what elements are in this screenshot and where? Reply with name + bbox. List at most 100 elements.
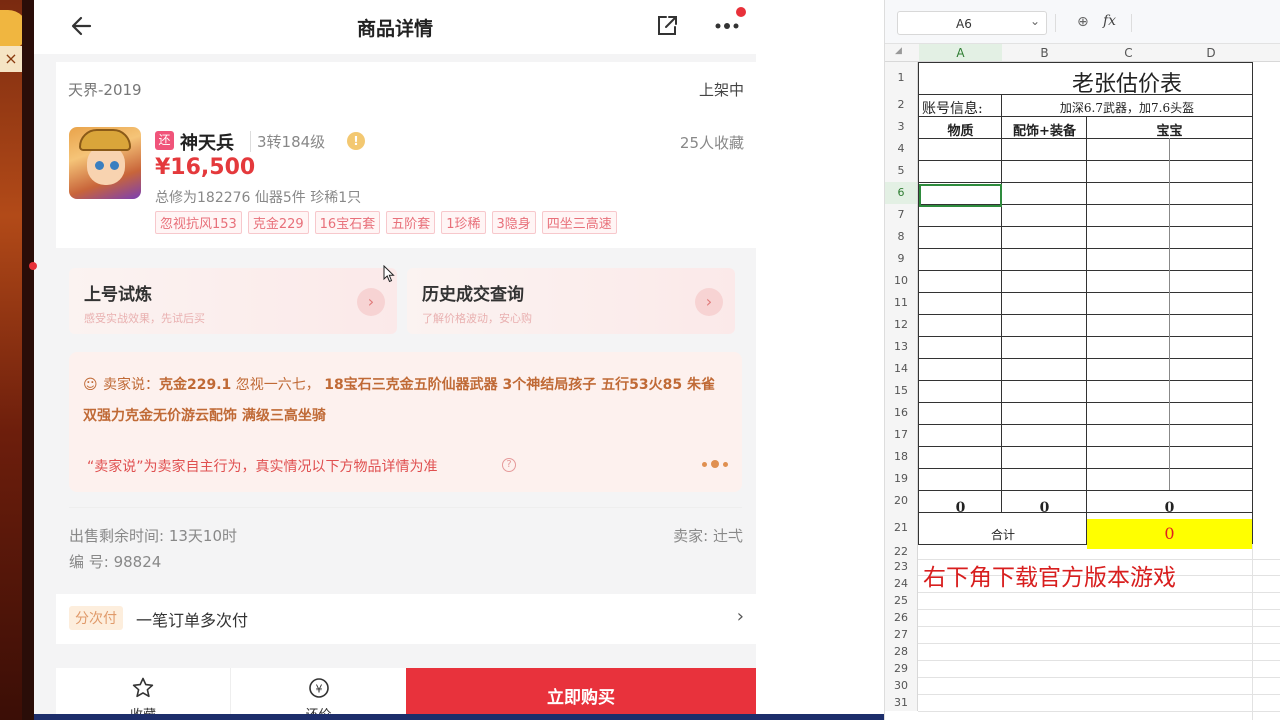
select-all-corner[interactable]: ◢ [895, 46, 902, 56]
column-header-b[interactable]: B [1002, 46, 1087, 60]
item-number: 编 号: 98824 [69, 553, 162, 571]
mouse-cursor-icon [383, 265, 395, 283]
blank-margin [756, 0, 884, 720]
grid-line [918, 660, 1280, 661]
total-value[interactable]: 0 [1087, 524, 1252, 543]
row-header[interactable]: 8 [885, 226, 918, 248]
svg-text:¥: ¥ [315, 683, 322, 696]
share-icon[interactable] [654, 13, 680, 39]
chevron-down-icon[interactable]: ⌄ [1030, 14, 1040, 28]
help-icon[interactable]: ? [502, 458, 516, 472]
total-label[interactable]: 合计 [919, 526, 1087, 543]
phone-app: 商品详情 天界-2019 上架中 还 神天兵 3转184级 ! 25人收藏 ¥1… [34, 0, 756, 720]
row-header[interactable]: 11 [885, 292, 918, 314]
row-header[interactable]: 12 [885, 314, 918, 336]
favorite-count: 25人收藏 [679, 134, 744, 152]
separator [1055, 14, 1056, 32]
favorite-button[interactable]: 收藏 [56, 668, 231, 720]
sum-b[interactable]: 0 [1002, 500, 1087, 516]
grid-line [918, 402, 1252, 403]
sheet-title[interactable]: 老张估价表 [1002, 66, 1252, 98]
tag: 1珍稀 [441, 211, 486, 234]
row-header[interactable]: 20 [885, 490, 918, 512]
column-header-d[interactable]: D [1170, 46, 1252, 60]
game-close-icon[interactable]: × [0, 46, 22, 72]
row-header[interactable]: 23 [885, 559, 918, 575]
row-header[interactable]: 26 [885, 609, 918, 626]
game-border [22, 0, 34, 720]
tag: 16宝石套 [314, 211, 381, 234]
grid-line [1252, 62, 1253, 544]
row-header[interactable]: 16 [885, 402, 918, 424]
row-header[interactable]: 24 [885, 575, 918, 592]
grid-line [918, 626, 1280, 627]
more-dots-icon[interactable] [702, 460, 728, 468]
server-name: 天界-2019 [68, 81, 142, 99]
trial-play-card[interactable]: 上号试炼 感受实战效果，先试后买 › [69, 268, 397, 334]
row-header[interactable]: 30 [885, 677, 918, 694]
row-header[interactable]: 25 [885, 592, 918, 609]
header-material[interactable]: 物质 [919, 120, 1002, 139]
feature-title: 上号试炼 [84, 285, 152, 305]
row-header[interactable]: 17 [885, 424, 918, 446]
row-header[interactable]: 18 [885, 446, 918, 468]
row-header[interactable]: 31 [885, 694, 918, 711]
spreadsheet: A6 ⌄ ⊕ fx ◢ A B C D 老张估价表 账号信息: 加深6.7武器，加… [884, 0, 1280, 720]
row-header[interactable]: 2 [885, 94, 918, 116]
row-header[interactable]: 6 [885, 182, 918, 204]
row-header[interactable]: 15 [885, 380, 918, 402]
account-label[interactable]: 账号信息: [919, 98, 1002, 118]
top-bar: 商品详情 [34, 0, 756, 54]
header-accessory[interactable]: 配饰+装备 [1002, 120, 1087, 139]
column-header-c[interactable]: C [1087, 46, 1170, 60]
sum-c[interactable]: 0 [1087, 500, 1252, 516]
grid-line [918, 609, 1280, 610]
grid-line [918, 160, 1252, 161]
row-header[interactable]: 4 [885, 138, 918, 160]
row-header[interactable]: 5 [885, 160, 918, 182]
info-icon[interactable]: ! [347, 132, 365, 150]
yuan-coin-icon: ¥ [308, 678, 329, 698]
download-banner: 右下角下载官方版本游戏 [923, 565, 1176, 591]
buy-now-button[interactable]: 立即购买 [406, 668, 756, 720]
tag: 3隐身 [491, 211, 536, 234]
row-header[interactable]: 14 [885, 358, 918, 380]
tag: 忽视抗风153 [155, 211, 242, 234]
feature-subtitle: 感受实战效果，先试后买 [84, 312, 205, 325]
more-icon[interactable] [712, 14, 744, 38]
seller-name: 卖家: 辻弌 [673, 527, 743, 545]
chevron-right-icon[interactable]: › [695, 288, 723, 316]
column-header-a[interactable]: A [919, 44, 1002, 61]
character-avatar[interactable] [69, 127, 141, 199]
grid-line [918, 424, 1252, 425]
character-level: 3转184级 [250, 131, 325, 152]
row-header[interactable]: 29 [885, 660, 918, 677]
chevron-right-icon[interactable]: › [357, 288, 385, 316]
row-header[interactable]: 7 [885, 204, 918, 226]
trade-history-card[interactable]: 历史成交查询 了解价格波动，安心购 › [407, 268, 735, 334]
grid-line [918, 446, 1252, 447]
tag: 五阶套 [386, 211, 436, 234]
formula-bar: A6 ⌄ ⊕ fx [885, 0, 1280, 44]
sum-a[interactable]: 0 [919, 500, 1002, 516]
product-card: 天界-2019 上架中 还 神天兵 3转184级 ! 25人收藏 ¥16,500… [56, 62, 756, 248]
name-box[interactable]: A6 ⌄ [897, 11, 1047, 35]
row-header[interactable]: 1 [885, 62, 918, 94]
zoom-icon[interactable]: ⊕ [1077, 14, 1089, 30]
row-header[interactable]: 21 [885, 512, 918, 544]
row-header[interactable]: 3 [885, 116, 918, 138]
row-header[interactable]: 19 [885, 468, 918, 490]
installment-row[interactable]: 分次付 一笔订单多次付 › [56, 594, 756, 644]
row-header[interactable]: 28 [885, 643, 918, 660]
header-pet[interactable]: 宝宝 [1087, 120, 1252, 139]
grid-line [918, 182, 1252, 183]
row-header[interactable]: 9 [885, 248, 918, 270]
row-header[interactable]: 13 [885, 336, 918, 358]
row-header[interactable]: 27 [885, 626, 918, 643]
offer-button[interactable]: ¥ 还价 [231, 668, 406, 720]
row-header[interactable]: 22 [885, 544, 918, 559]
selected-cell[interactable] [919, 184, 1002, 207]
function-icon[interactable]: fx [1103, 13, 1116, 29]
account-info[interactable]: 加深6.7武器，加7.6头盔 [1002, 99, 1252, 116]
row-header[interactable]: 10 [885, 270, 918, 292]
